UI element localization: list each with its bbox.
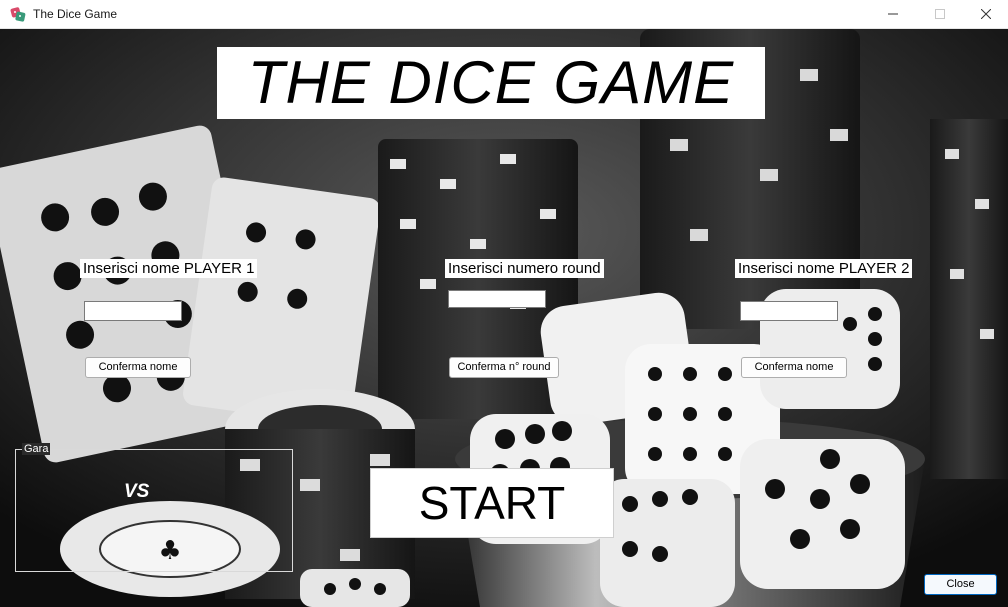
match-group-legend: Gara — [22, 443, 51, 455]
maximize-button[interactable] — [917, 0, 963, 28]
page-title: THE DICE GAME — [217, 47, 765, 119]
player1-name-label: Inserisci nome PLAYER 1 — [80, 259, 258, 278]
confirm-rounds-button[interactable]: Conferma n° round — [449, 357, 559, 378]
app-window: The Dice Game ♣ THE DICE GAME Inserisci … — [0, 0, 1008, 607]
start-button[interactable]: START — [370, 468, 614, 538]
rounds-label: Inserisci numero round — [445, 259, 604, 278]
player2-name-input[interactable] — [740, 301, 838, 321]
confirm-player1-button[interactable]: Conferma nome — [85, 357, 191, 378]
close-window-button[interactable] — [963, 0, 1008, 28]
player1-name-input[interactable] — [84, 301, 182, 321]
minimize-icon — [888, 6, 898, 22]
maximize-icon — [935, 6, 945, 22]
minimize-button[interactable] — [870, 0, 916, 28]
close-icon — [980, 6, 992, 22]
confirm-player2-button[interactable]: Conferma nome — [741, 357, 847, 378]
rounds-input[interactable] — [448, 290, 546, 308]
window-title: The Dice Game — [33, 7, 118, 21]
dice-app-icon — [10, 6, 26, 22]
match-groupbox — [15, 449, 293, 572]
title-bar: The Dice Game — [0, 0, 1008, 29]
close-button[interactable]: Close — [924, 574, 997, 595]
versus-label: VS — [124, 481, 150, 502]
player2-name-label: Inserisci nome PLAYER 2 — [735, 259, 913, 278]
